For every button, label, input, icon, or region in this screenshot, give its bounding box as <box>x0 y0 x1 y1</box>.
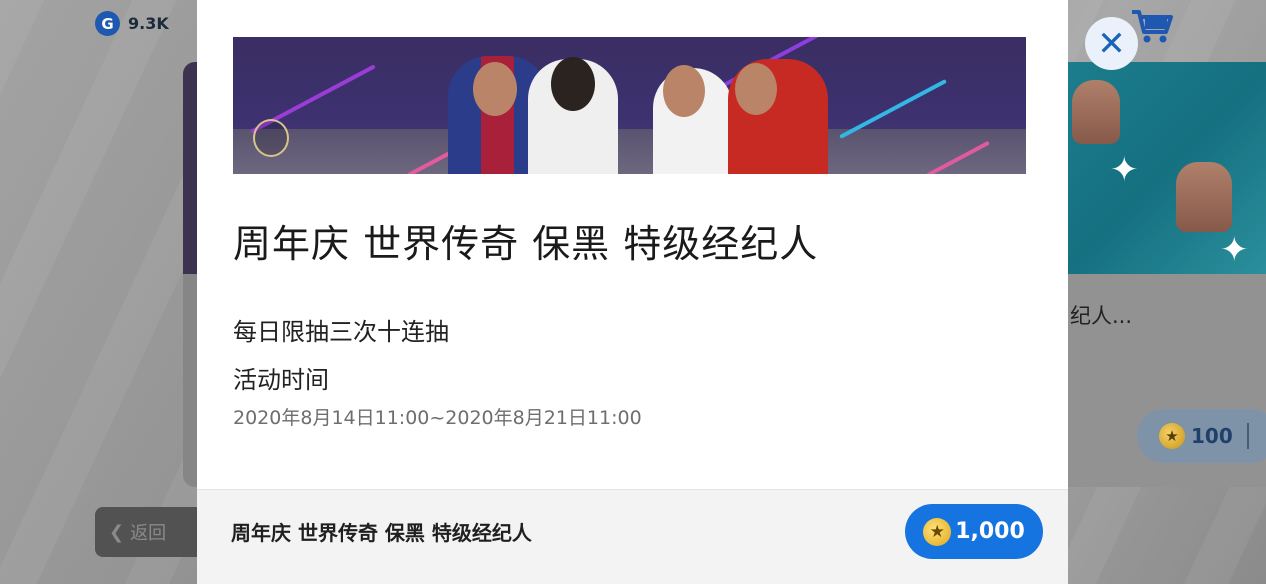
event-period-label: 活动时间 <box>233 366 329 394</box>
back-button: ❮ 返回 <box>95 507 205 557</box>
event-period-value: 2020年8月14日11:00~2020年8月21日11:00 <box>233 407 642 429</box>
event-title: 周年庆 世界传奇 保黑 特级经纪人 <box>233 222 819 266</box>
gp-balance: G 9.3K <box>95 11 169 36</box>
gp-balance-value: 9.3K <box>128 14 169 33</box>
chevron-left-icon: ❮ <box>109 521 125 543</box>
sparkle-icon: ✦ <box>1220 230 1249 270</box>
purchase-price: 1,000 <box>955 519 1025 544</box>
background-price-value: 100 <box>1191 424 1233 448</box>
sparkle-icon: ✦ <box>1110 150 1139 190</box>
close-icon: ✕ <box>1097 23 1126 64</box>
legend-player-head <box>473 62 517 116</box>
footer-event-name: 周年庆 世界传奇 保黑 特级经纪人 <box>231 521 532 545</box>
legend-player-head <box>735 63 777 115</box>
event-detail-modal: 周年庆 世界传奇 保黑 特级经纪人 每日限抽三次十连抽 活动时间 2020年8月… <box>197 0 1068 584</box>
legend-player-head <box>663 65 705 117</box>
close-button[interactable]: ✕ <box>1085 17 1138 70</box>
player-portrait <box>1072 80 1120 144</box>
legend-player-head <box>551 57 595 111</box>
modal-footer: 周年庆 世界传奇 保黑 特级经纪人 ★ 1,000 <box>197 489 1068 584</box>
club-crest-logo <box>253 119 289 157</box>
event-description: 每日限抽三次十连抽 <box>233 318 449 346</box>
back-button-label: 返回 <box>130 523 167 544</box>
purchase-button[interactable]: ★ 1,000 <box>905 504 1043 559</box>
background-price-button: ★ 100 <box>1137 409 1266 463</box>
coin-star-icon: ★ <box>1159 423 1185 449</box>
gp-coin-icon: G <box>95 11 120 36</box>
player-portrait <box>1176 162 1232 232</box>
divider <box>1246 423 1249 449</box>
event-banner-image <box>233 37 1026 174</box>
background-card-right-name: 纪人... <box>1070 304 1133 328</box>
banner-stadium-ground <box>233 129 1026 174</box>
coin-star-icon: ★ <box>923 517 952 546</box>
